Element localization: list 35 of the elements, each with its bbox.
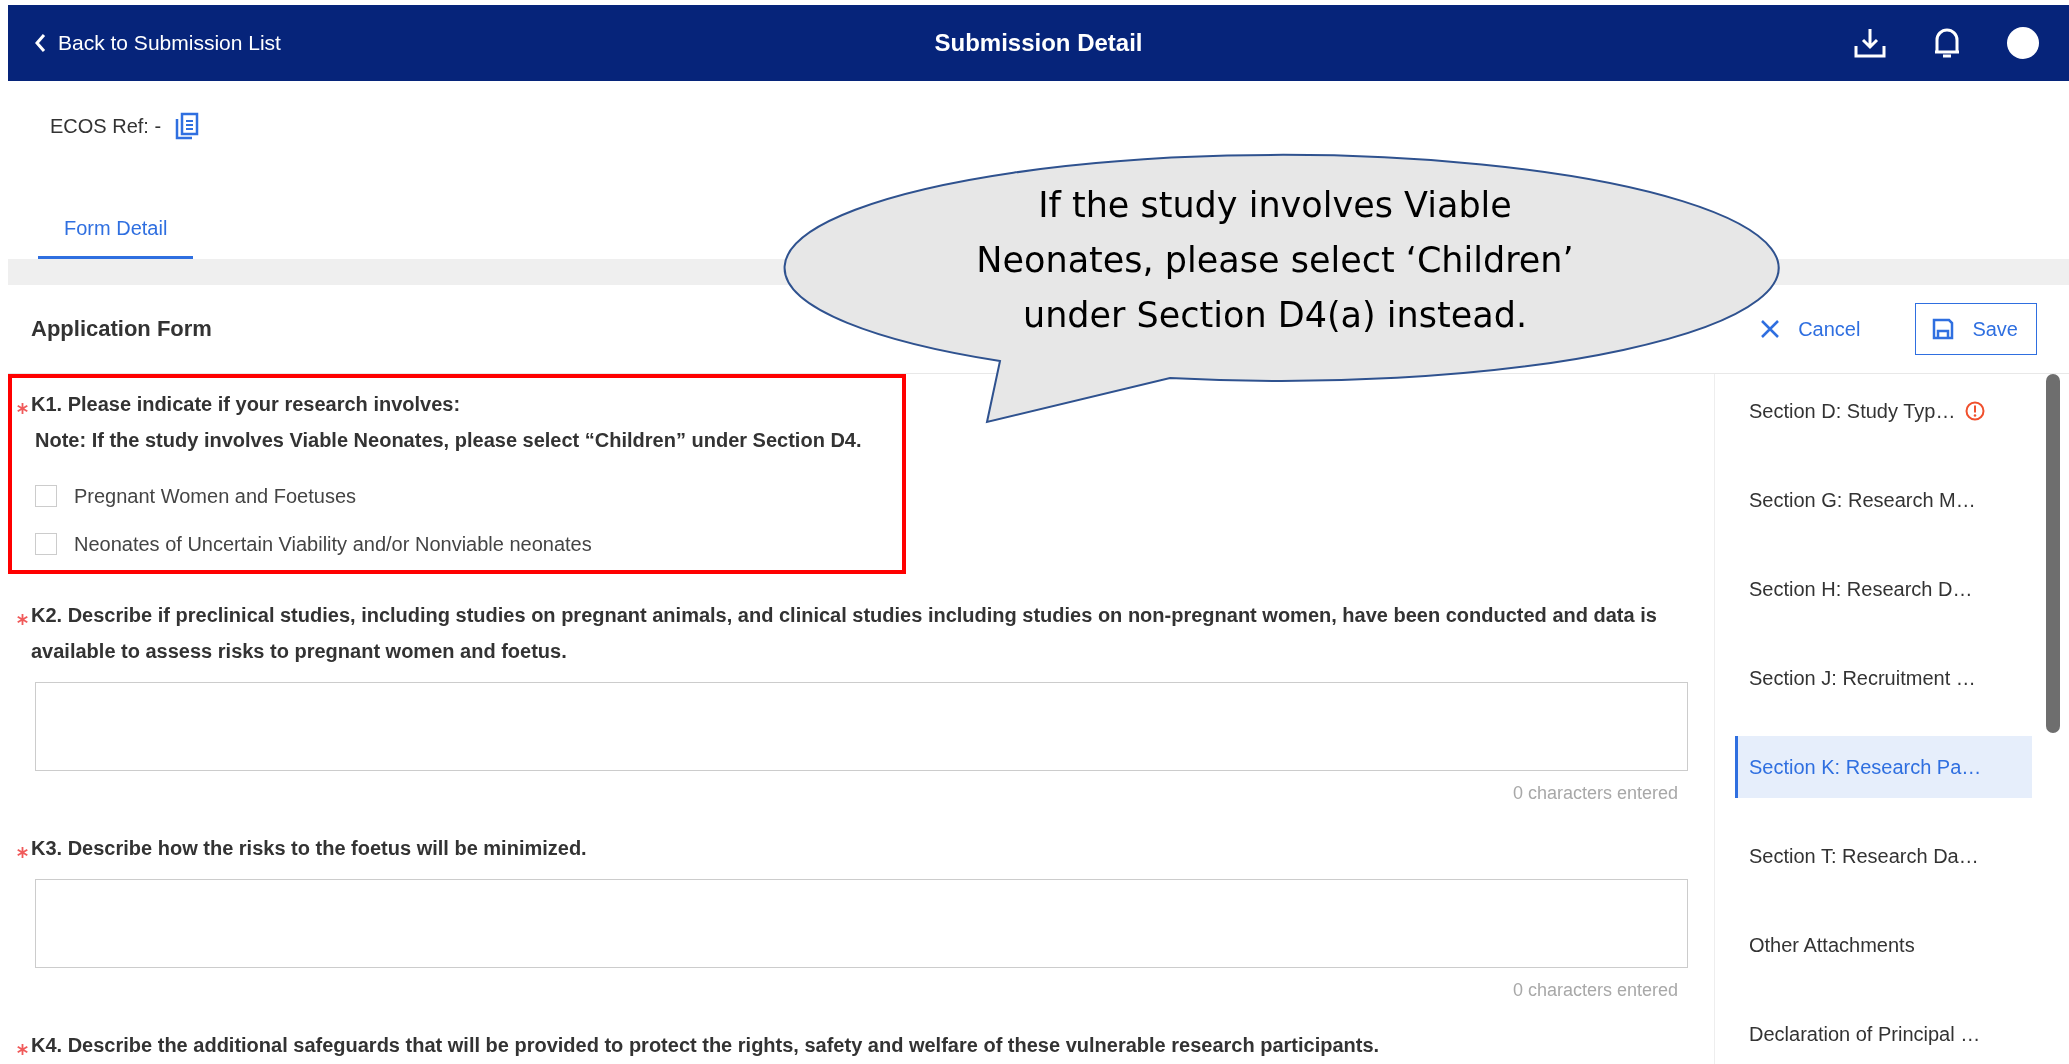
bell-icon[interactable]	[1933, 26, 1961, 60]
avatar[interactable]	[2007, 27, 2039, 59]
checkbox-label[interactable]: Neonates of Uncertain Viability and/or Nonviable neonates	[74, 532, 592, 556]
close-icon	[1760, 319, 1781, 339]
answer-field[interactable]	[35, 879, 1688, 968]
section-nav-item[interactable]: Section G: Research M…	[1735, 469, 2032, 531]
section-nav-item[interactable]: Section K: Research Pa…	[1735, 736, 2032, 798]
checkbox[interactable]	[35, 485, 57, 507]
back-link[interactable]: Back to Submission List	[8, 31, 281, 55]
character-counter: 0 characters entered	[1511, 782, 1678, 804]
checkbox-label[interactable]: Pregnant Women and Foetuses	[74, 484, 357, 508]
section-nav-item[interactable]: Section H: Research D…	[1735, 558, 2032, 620]
scrollbar-thumb[interactable]	[2046, 374, 2060, 733]
callout-text: If the study involves Viable Neonates, please select ‘Children’ under Section D4(a) instead.	[975, 184, 1575, 337]
reference-label: ECOS Ref: -	[50, 114, 162, 138]
section-nav-item[interactable]: Section D: Study Typ…	[1735, 380, 2032, 442]
character-counter: 0 characters entered	[1511, 979, 1678, 1001]
question-label: K3. Describe how the risks to the foetus will be minimized.	[31, 836, 587, 861]
copy-icon[interactable]	[175, 112, 200, 140]
section-nav-item[interactable]: Other Attachments	[1735, 914, 2032, 976]
question-label: K4. Describe the additional safeguards that will be provided to protect the rights, safety and welfare of these vulnerable research participants.	[31, 1033, 1380, 1058]
question-note: Note: If the study involves Viable Neonates, please select “Children” under Section D4.	[34, 428, 862, 453]
answer-field[interactable]	[35, 682, 1688, 771]
question-label: K2. Describe if preclinical studies, including studies on pregnant animals, and clinical studies including studies on non-pregnant women, have been conducted and data is available to assess risks to pregnant women and foetus.	[31, 603, 1658, 664]
download-icon[interactable]	[1853, 27, 1887, 59]
chevron-left-icon	[34, 33, 46, 53]
save-icon	[1932, 318, 1955, 340]
save-button[interactable]: Save	[1915, 303, 2037, 355]
section-nav-item[interactable]: Declaration of Principal …	[1735, 1003, 2032, 1064]
page-title: Submission Detail	[934, 29, 1143, 57]
cancel-button[interactable]: Cancel	[1741, 303, 1880, 355]
section-nav-item[interactable]: Section J: Recruitment …	[1735, 647, 2032, 709]
checkbox[interactable]	[35, 533, 57, 555]
section-nav-item[interactable]: Section T: Research Da…	[1735, 825, 2032, 887]
question-label: K1. Please indicate if your research involves:	[31, 392, 461, 417]
